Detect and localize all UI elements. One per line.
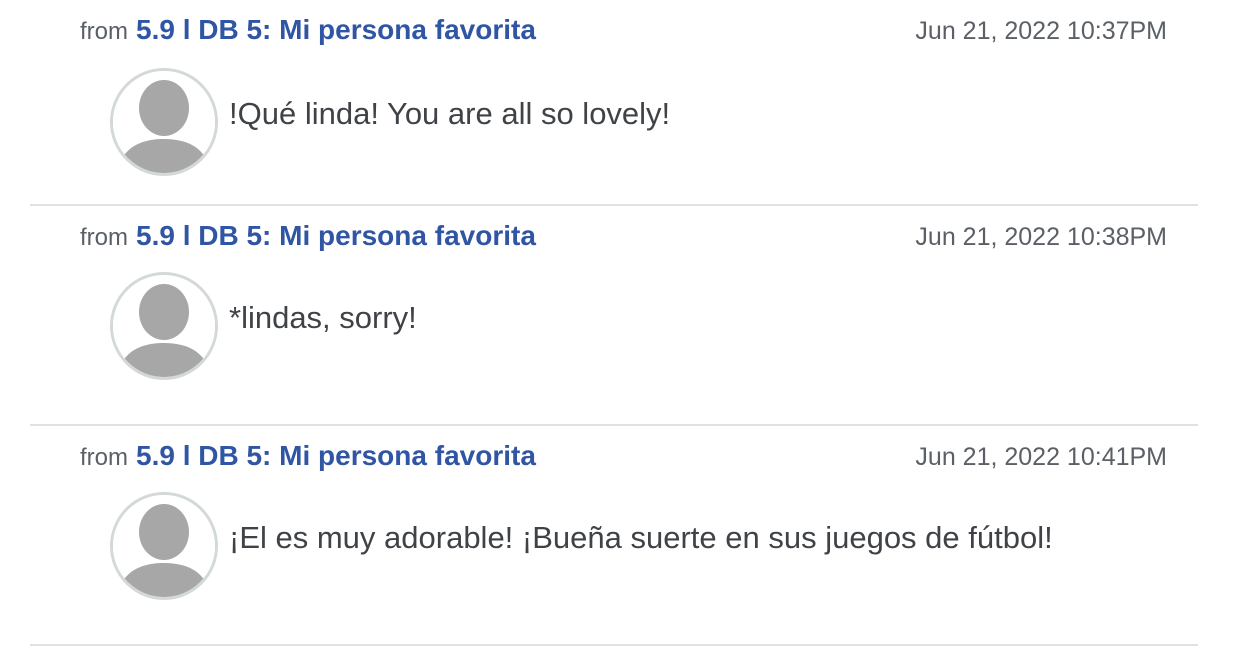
comment-item: from 5.9 l DB 5: Mi persona favorita Jun… — [30, 206, 1198, 426]
from-label: from — [80, 444, 128, 471]
comment-source: from 5.9 l DB 5: Mi persona favorita — [80, 440, 536, 472]
comment-message: *lindas, sorry! — [229, 300, 417, 335]
comment-header: from 5.9 l DB 5: Mi persona favorita Jun… — [80, 220, 1167, 254]
avatar-silhouette — [113, 71, 215, 173]
course-link[interactable]: 5.9 l DB 5: Mi persona favorita — [136, 14, 536, 46]
comment-message: !Qué linda! You are all so lovely! — [229, 96, 671, 131]
avatar-silhouette — [113, 275, 215, 377]
comment-header: from 5.9 l DB 5: Mi persona favorita Jun… — [80, 440, 1167, 474]
comment-message: ¡El es muy adorable! ¡Bueña suerte en su… — [229, 520, 1053, 555]
comment-timestamp: Jun 21, 2022 10:38PM — [915, 223, 1167, 251]
comment-item: from 5.9 l DB 5: Mi persona favorita Jun… — [30, 426, 1198, 646]
comment-header: from 5.9 l DB 5: Mi persona favorita Jun… — [80, 14, 1167, 48]
comment-feed: from 5.9 l DB 5: Mi persona favorita Jun… — [30, 0, 1198, 646]
default-user-avatar-icon[interactable] — [110, 272, 218, 380]
from-label: from — [80, 224, 128, 251]
course-link[interactable]: 5.9 l DB 5: Mi persona favorita — [136, 220, 536, 252]
comment-source: from 5.9 l DB 5: Mi persona favorita — [80, 14, 536, 46]
default-user-avatar-icon[interactable] — [110, 68, 218, 176]
comment-timestamp: Jun 21, 2022 10:41PM — [915, 443, 1167, 471]
avatar-silhouette — [113, 495, 215, 597]
comment-item: from 5.9 l DB 5: Mi persona favorita Jun… — [30, 0, 1198, 206]
comment-source: from 5.9 l DB 5: Mi persona favorita — [80, 220, 536, 252]
default-user-avatar-icon[interactable] — [110, 492, 218, 600]
from-label: from — [80, 18, 128, 45]
comment-timestamp: Jun 21, 2022 10:37PM — [915, 17, 1167, 45]
course-link[interactable]: 5.9 l DB 5: Mi persona favorita — [136, 440, 536, 472]
